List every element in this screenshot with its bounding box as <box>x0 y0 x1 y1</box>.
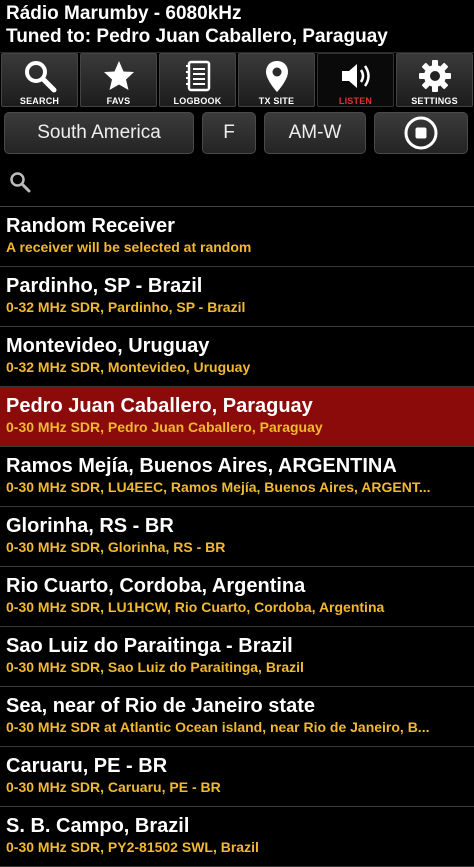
list-item[interactable]: Ramos Mejía, Buenos Aires, ARGENTINA 0-3… <box>0 447 474 507</box>
search-button[interactable]: SEARCH <box>1 53 78 107</box>
filter-bar: South America F AM-W <box>0 107 474 157</box>
list-item[interactable]: Caruaru, PE - BR 0-30 MHz SDR, Caruaru, … <box>0 747 474 807</box>
search-bar <box>0 157 474 207</box>
receiver-title: Glorinha, RS - BR <box>6 515 174 537</box>
receiver-subtitle: 0-30 MHz SDR, LU1HCW, Rio Cuarto, Cordob… <box>6 599 385 615</box>
receiver-subtitle: 0-30 MHz SDR at Atlantic Ocean island, n… <box>6 719 430 735</box>
star-icon <box>103 61 134 90</box>
receiver-title: Ramos Mejía, Buenos Aires, ARGENTINA <box>6 455 397 477</box>
list-item[interactable]: Pardinho, SP - Brazil 0-32 MHz SDR, Pard… <box>0 267 474 327</box>
receiver-title: Rio Cuarto, Cordoba, Argentina <box>6 575 306 597</box>
speaker-icon <box>341 64 370 88</box>
frequency-filter-button[interactable]: F <box>202 112 256 154</box>
notebook-icon <box>185 60 210 92</box>
receiver-subtitle: 0-30 MHz SDR, Glorinha, RS - BR <box>6 539 226 555</box>
logbook-button-label: LOGBOOK <box>173 96 222 106</box>
map-pin-icon <box>265 61 288 92</box>
receiver-title: S. B. Campo, Brazil <box>6 815 190 837</box>
search-icon <box>10 171 31 192</box>
receiver-subtitle: 0-30 MHz SDR, Caruaru, PE - BR <box>6 779 221 795</box>
list-item[interactable]: Sea, near of Rio de Janeiro state 0-30 M… <box>0 687 474 747</box>
mode-filter-button[interactable]: AM-W <box>264 112 366 154</box>
tx-site-button-label: TX SITE <box>258 96 295 106</box>
region-filter-button[interactable]: South America <box>4 112 194 154</box>
list-item[interactable]: Random Receiver A receiver will be selec… <box>0 207 474 267</box>
receiver-title: Sea, near of Rio de Janeiro state <box>6 695 315 717</box>
settings-button[interactable]: SETTINGS <box>396 53 473 107</box>
main-toolbar: SEARCH FAVS LOGBOOK TX SITE LISTEN SETTI… <box>0 52 474 107</box>
settings-button-label: SETTINGS <box>411 96 458 106</box>
tuned-to-text: Tuned to: Pedro Juan Caballero, Paraguay <box>6 26 388 47</box>
favs-button[interactable]: FAVS <box>80 53 157 107</box>
list-item[interactable]: Rio Cuarto, Cordoba, Argentina 0-30 MHz … <box>0 567 474 627</box>
receiver-title: Pedro Juan Caballero, Paraguay <box>6 395 313 417</box>
stop-icon <box>404 116 438 150</box>
receiver-subtitle: A receiver will be selected at random <box>6 239 252 255</box>
list-item[interactable]: Montevideo, Uruguay 0-32 MHz SDR, Montev… <box>0 327 474 387</box>
favs-button-label: FAVS <box>106 96 131 106</box>
receiver-list: Random Receiver A receiver will be selec… <box>0 207 474 867</box>
receiver-subtitle: 0-30 MHz SDR, PY2-81502 SWL, Brazil <box>6 839 259 855</box>
search-icon <box>24 61 56 93</box>
list-item[interactable]: Sao Luiz do Paraitinga - Brazil 0-30 MHz… <box>0 627 474 687</box>
logbook-button[interactable]: LOGBOOK <box>159 53 236 107</box>
receiver-title: Montevideo, Uruguay <box>6 335 210 357</box>
listen-button-label: LISTEN <box>338 96 373 106</box>
receiver-title: Sao Luiz do Paraitinga - Brazil <box>6 635 293 657</box>
list-item-selected[interactable]: Pedro Juan Caballero, Paraguay 0-30 MHz … <box>0 387 474 447</box>
receiver-subtitle: 0-32 MHz SDR, Montevideo, Uruguay <box>6 359 251 375</box>
gear-icon <box>418 60 451 92</box>
receiver-subtitle: 0-30 MHz SDR, Sao Luiz do Paraitinga, Br… <box>6 659 304 675</box>
now-playing-header: Rádio Marumby - 6080kHz Tuned to: Pedro … <box>0 0 474 52</box>
receiver-subtitle: 0-32 MHz SDR, Pardinho, SP - Brazil <box>6 299 246 315</box>
receiver-title: Pardinho, SP - Brazil <box>6 275 203 297</box>
station-title: Rádio Marumby - 6080kHz <box>6 3 242 24</box>
receiver-title: Caruaru, PE - BR <box>6 755 168 777</box>
search-input[interactable] <box>38 170 466 193</box>
tx-site-button[interactable]: TX SITE <box>238 53 315 107</box>
listen-button[interactable]: LISTEN <box>317 53 394 107</box>
list-item[interactable]: Glorinha, RS - BR 0-30 MHz SDR, Glorinha… <box>0 507 474 567</box>
receiver-title: Random Receiver <box>6 215 175 237</box>
stop-button[interactable] <box>374 112 468 154</box>
list-item[interactable]: S. B. Campo, Brazil 0-30 MHz SDR, PY2-81… <box>0 807 474 867</box>
search-button-label: SEARCH <box>19 96 60 106</box>
receiver-subtitle: 0-30 MHz SDR, Pedro Juan Caballero, Para… <box>6 419 323 435</box>
receiver-subtitle: 0-30 MHz SDR, LU4EEC, Ramos Mejía, Bueno… <box>6 479 431 495</box>
